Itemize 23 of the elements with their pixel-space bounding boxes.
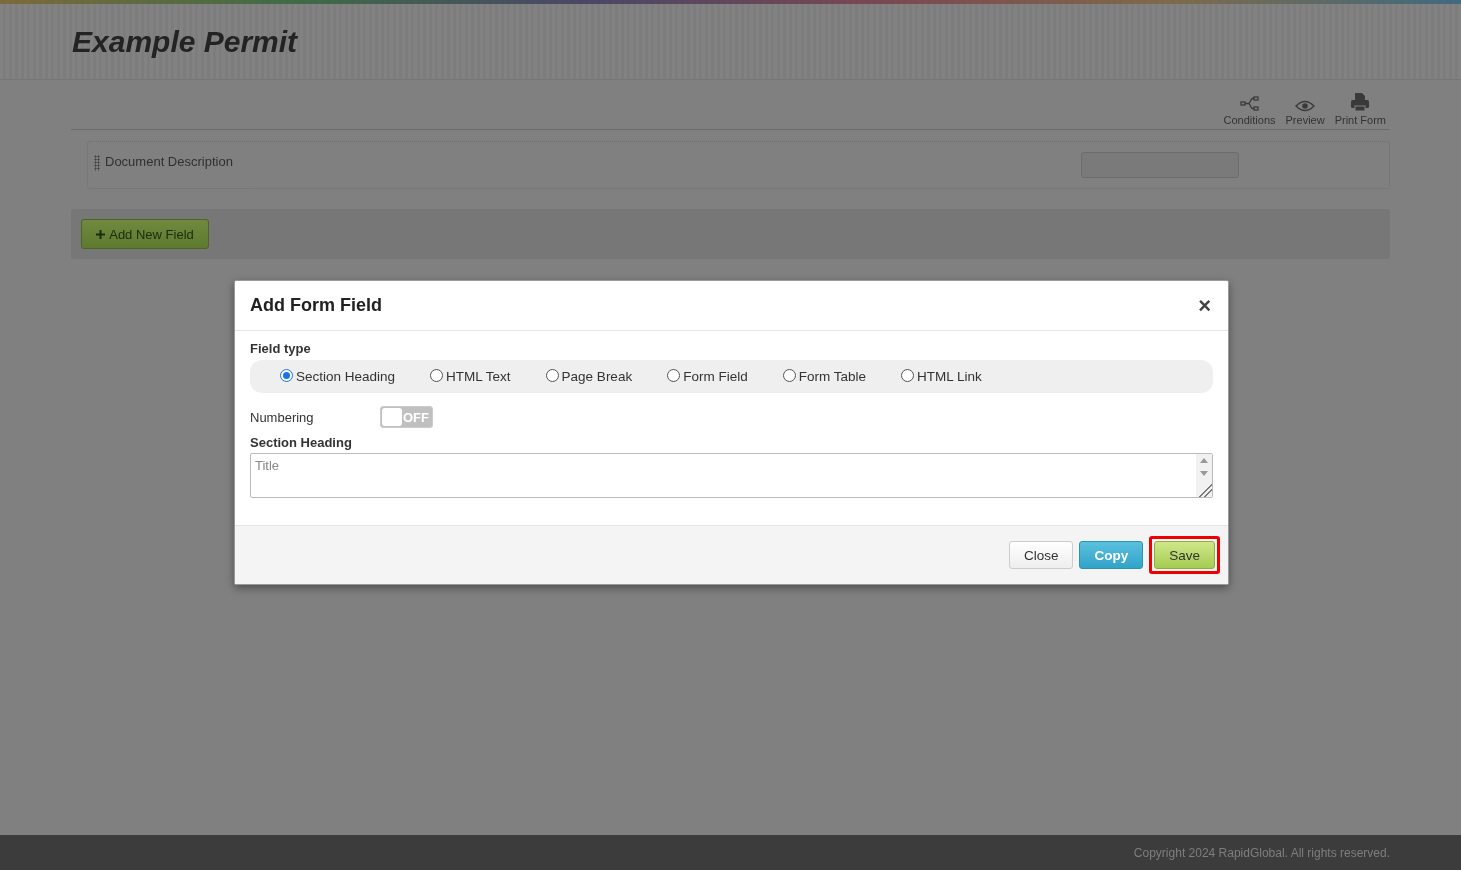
field-type-radio[interactable]: Form Table	[782, 369, 866, 384]
dialog-button[interactable]: Close	[1008, 541, 1074, 569]
section-heading-field[interactable]: Title	[250, 453, 1213, 498]
scrollbar[interactable]	[1196, 454, 1212, 497]
numbering-label: Numbering	[250, 409, 315, 425]
field-type-radio[interactable]: HTML Text	[430, 369, 511, 384]
copyright-text: Copyright 2024 RapidGlobal. All rights reserved.	[1133, 845, 1390, 860]
document-description-label: Document Description	[105, 154, 233, 169]
flowchart-icon	[1239, 96, 1260, 112]
section-heading-label: Section Heading	[250, 435, 353, 450]
close-button[interactable]: ×	[1196, 294, 1213, 317]
eye-icon	[1295, 100, 1316, 112]
dialog-button[interactable]: Save	[1154, 541, 1215, 569]
field-type-label: Field type	[250, 341, 312, 356]
plus-icon	[96, 229, 106, 239]
field-type-radio[interactable]: Page Break	[545, 369, 633, 384]
dialog-title: Add Form Field	[250, 295, 382, 316]
drag-handle-icon[interactable]	[94, 155, 100, 171]
printer-icon	[1350, 92, 1371, 112]
field-type-radio[interactable]: Section Heading	[280, 369, 396, 384]
field-type-radio[interactable]: HTML Link	[900, 369, 982, 384]
field-type-radio[interactable]: Form Field	[667, 369, 748, 384]
page-title: Example Permit	[72, 24, 298, 59]
